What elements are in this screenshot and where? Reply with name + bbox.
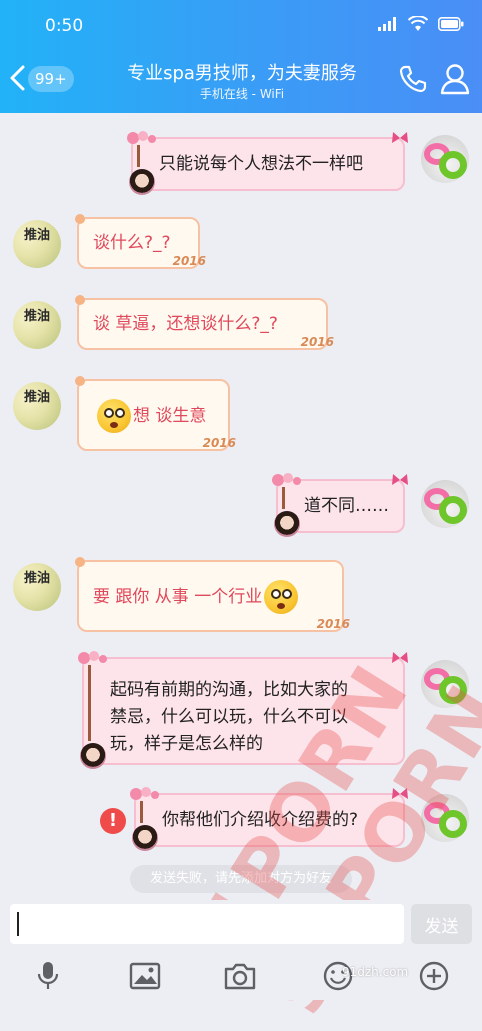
contact-avatar[interactable]: 推油 [13,563,61,611]
camera-icon[interactable] [223,960,257,992]
green-ring-shape [439,810,467,838]
message-line: 起码有前期的沟通，比如大家的 [110,680,348,700]
message-bubble-outgoing[interactable]: 只能说每个人想法不一样吧 [127,131,408,195]
flower-decoration-icon [127,131,156,144]
my-avatar[interactable] [421,480,469,528]
flower-decoration-icon [75,557,85,567]
avatar-label: 推油 [23,390,50,405]
wifi-icon [408,16,428,31]
message-line: 玩，样子是怎么样的 [110,734,263,754]
message-bubble-incoming[interactable]: 谈 草逼，还想谈什么?_? 2016 [75,295,334,350]
message-content: 想 谈生意 [95,399,214,433]
my-avatar[interactable] [421,135,469,183]
message-text: 要 跟你 从事 一个行业 [93,587,263,607]
status-time: 0:50 [45,16,84,36]
message-text: 道不同…… [304,496,389,516]
contact-avatar[interactable]: 推油 [13,382,61,430]
send-button[interactable]: 发送 [411,904,472,944]
avatar-label: 推油 [23,228,50,243]
year-sticker: 2016 [300,335,334,349]
message-bubble-outgoing[interactable]: 道不同…… [272,473,408,537]
message-content: 要 跟你 从事 一个行业 [93,580,328,614]
send-failed-icon[interactable]: ! [100,808,126,834]
plus-icon[interactable] [417,960,451,992]
girl-sticker-icon [132,825,158,851]
message-line: 禁忌，什么可以玩，什么不可以 [110,707,348,727]
site-watermark: 91dzh.com [342,965,409,979]
contact-avatar[interactable]: 推油 [13,220,61,268]
message-text: 谈什么?_? [93,233,171,253]
bubble-stick-decoration [140,801,143,823]
green-ring-shape [439,151,467,179]
flower-decoration-icon [75,214,85,224]
bubble-stick-decoration [137,145,140,167]
girl-sticker-icon [274,511,300,537]
bubble-stick-decoration [88,665,91,741]
message-bubble-incoming[interactable]: 谈什么?_? 2016 [75,214,206,269]
message-bubble-outgoing[interactable]: 你帮他们介绍收介绍费的? [130,787,408,851]
butterfly-decoration-icon [392,132,408,143]
green-ring-shape [439,496,467,524]
year-sticker: 2016 [316,617,350,631]
system-tip: 发送失败，请先添加对方为好友 [130,865,352,893]
message-bubble-incoming[interactable]: 要 跟你 从事 一个行业 2016 [75,557,350,632]
online-status: 手机在线 - WiFi [199,87,285,101]
flower-decoration-icon [130,787,159,800]
status-icons [378,16,464,32]
image-icon[interactable] [128,960,162,992]
flower-decoration-icon [75,376,85,386]
chat-title: 专业spa男技师，为夫妻服务 [127,63,357,84]
text-caret [17,912,19,936]
back-arrow-icon[interactable] [8,64,28,92]
input-bar: 发送 [0,900,482,1000]
shocked-face-icon [264,580,299,614]
nav-row: 99+ 专业spa男技师，为夫妻服务 手机在线 - WiFi [0,52,482,112]
message-text: 谈 草逼，还想谈什么?_? [93,314,278,334]
my-avatar[interactable] [421,660,469,708]
butterfly-decoration-icon [392,788,408,799]
girl-sticker-icon [129,169,155,195]
shocked-face-icon [97,399,131,433]
unread-count-badge[interactable]: 99+ [28,66,74,92]
chat-area[interactable]: 只能说每个人想法不一样吧 推油 谈什么?_? 2016 推油 谈 草逼，还想谈什… [0,113,482,1031]
top-bar: 0:50 99+ 专业spa男技师，为夫妻服务 手机在线 - WiFi [0,0,482,113]
contact-avatar[interactable]: 推油 [13,301,61,349]
year-sticker: 2016 [202,436,236,450]
phone-call-icon[interactable] [398,64,428,94]
year-sticker: 2016 [172,254,206,268]
message-bubble-incoming[interactable]: 想 谈生意 2016 [75,376,236,451]
flower-decoration-icon [272,473,301,486]
signal-icon [378,17,396,31]
flower-decoration-icon [78,651,107,664]
green-ring-shape [439,676,467,704]
butterfly-decoration-icon [392,652,408,663]
avatar-label: 推油 [23,571,50,586]
microphone-icon[interactable] [31,960,65,992]
butterfly-decoration-icon [392,474,408,485]
message-text: 只能说每个人想法不一样吧 [159,154,363,174]
bubble-stick-decoration [282,487,285,509]
my-avatar[interactable] [421,794,469,842]
profile-icon[interactable] [440,63,470,95]
avatar-label: 推油 [23,309,50,324]
flower-decoration-icon [75,295,85,305]
battery-icon [438,17,464,31]
status-bar: 0:50 [0,0,482,52]
girl-sticker-icon [80,743,106,769]
message-text: 想 谈生意 [133,406,207,426]
message-input[interactable] [10,904,404,944]
message-text: 你帮他们介绍收介绍费的? [162,810,359,830]
message-bubble-outgoing[interactable]: 起码有前期的沟通，比如大家的 禁忌，什么可以玩，什么不可以 玩，样子是怎么样的 [78,651,408,769]
